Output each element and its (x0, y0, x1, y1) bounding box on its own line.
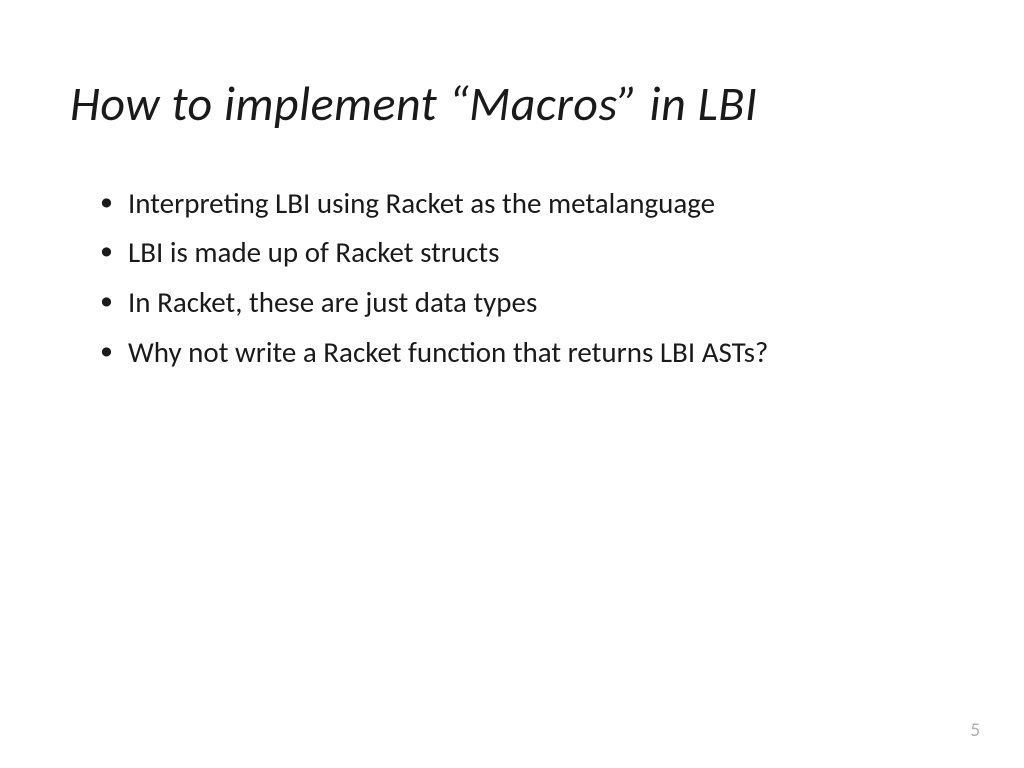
slide-container: How to implement “Macros” in LBI Interpr… (0, 0, 1024, 768)
list-item: In Racket, these are just data types (100, 282, 954, 323)
slide-title: How to implement “Macros” in LBI (70, 78, 954, 131)
list-item: LBI is made up of Racket structs (100, 232, 954, 273)
page-number: 5 (970, 719, 980, 742)
list-item: Interpreting LBI using Racket as the met… (100, 183, 954, 224)
bullet-list: Interpreting LBI using Racket as the met… (70, 183, 954, 372)
list-item: Why not write a Racket function that ret… (100, 332, 954, 373)
